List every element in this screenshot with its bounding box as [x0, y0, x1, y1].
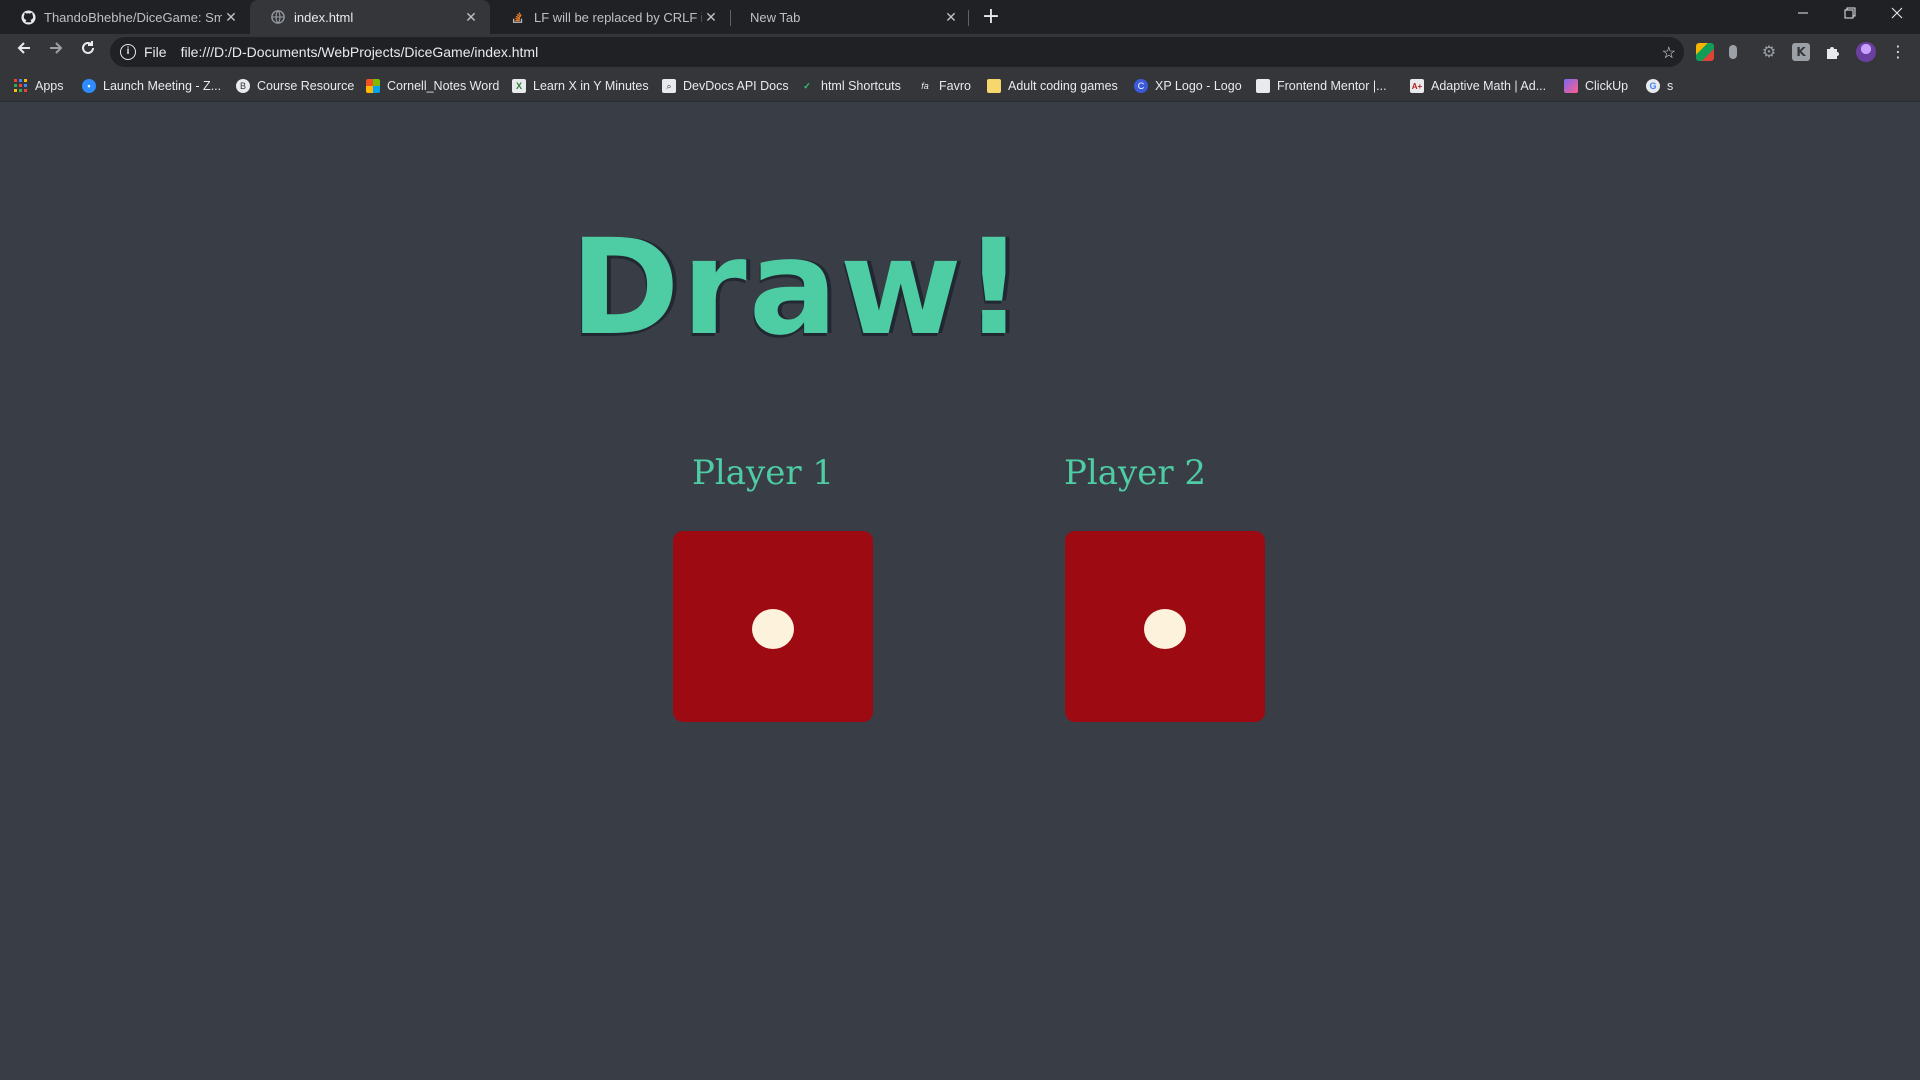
- adaptive-math-icon: A+: [1410, 79, 1424, 93]
- result-headline: Draw!: [570, 211, 1026, 365]
- folder-icon: [987, 79, 1001, 93]
- bookmark-adaptive-math[interactable]: A+ Adaptive Math | Ad...: [1410, 70, 1546, 102]
- info-icon[interactable]: i: [120, 44, 136, 60]
- bookmark-label: s: [1667, 79, 1674, 93]
- bookmark-course-resource[interactable]: B Course Resource: [236, 70, 354, 102]
- player2-label: Player 2: [1064, 453, 1207, 493]
- close-icon[interactable]: ✕: [222, 9, 240, 26]
- bookmark-label: Favro: [939, 79, 971, 93]
- menu-icon[interactable]: ⋮: [1890, 43, 1906, 61]
- tab-lf-crlf[interactable]: LF will be replaced by CRLF in git ✕: [490, 0, 730, 34]
- bookmark-adult-coding-games[interactable]: Adult coding games: [987, 70, 1118, 102]
- bookmark-label: Learn X in Y Minutes: [533, 79, 649, 93]
- reload-button[interactable]: [74, 38, 102, 66]
- extension-mic-icon[interactable]: [1729, 45, 1737, 59]
- xp-logo-icon: C: [1134, 79, 1148, 93]
- bookmark-label: Apps: [35, 79, 64, 93]
- bookmark-apps[interactable]: Apps: [14, 70, 64, 102]
- bookmark-star-icon[interactable]: ☆: [1662, 43, 1676, 63]
- bookmark-google[interactable]: G s: [1646, 70, 1673, 102]
- apps-grid-icon: [14, 79, 28, 93]
- address-bar[interactable]: i File file:///D:/D-Documents/WebProject…: [110, 37, 1684, 67]
- tab-separator: [968, 10, 969, 26]
- extension-k-icon[interactable]: K: [1792, 43, 1810, 61]
- player1-label: Player 1: [692, 453, 835, 493]
- close-icon: [1891, 7, 1903, 19]
- bookmarks-bar: Apps ▪ Launch Meeting - Z... B Course Re…: [0, 70, 1920, 102]
- player1-die: [673, 531, 873, 722]
- bookmark-label: Adaptive Math | Ad...: [1431, 79, 1547, 93]
- minimize-button[interactable]: [1780, 0, 1826, 30]
- bookmark-label: Course Resource: [257, 79, 355, 93]
- close-icon[interactable]: ✕: [702, 9, 720, 26]
- clickup-icon: [1564, 79, 1578, 93]
- zoom-icon: ▪: [82, 79, 96, 93]
- restore-button[interactable]: [1827, 0, 1873, 30]
- tab-dicegame-github[interactable]: ThandoBhebhe/DiceGame: Smal ✕: [0, 0, 250, 34]
- google-icon: G: [1646, 79, 1660, 93]
- favro-icon: fa: [921, 81, 929, 91]
- bookmark-cornell-notes[interactable]: Cornell_Notes Word: [366, 70, 499, 102]
- microsoft-icon: [366, 79, 380, 93]
- bookmark-launch-meeting[interactable]: ▪ Launch Meeting - Z...: [82, 70, 221, 102]
- learnx-icon: X: [512, 79, 526, 93]
- die-pip: [1144, 609, 1186, 649]
- frontend-mentor-icon: [1256, 79, 1270, 93]
- devdocs-icon: ⌕: [662, 79, 676, 93]
- bookmark-label: XP Logo - Logo: [1155, 79, 1242, 93]
- tab-new-tab[interactable]: New Tab ✕: [730, 0, 970, 34]
- die-pip: [752, 609, 794, 649]
- tab-title: index.html: [294, 9, 354, 25]
- extensions-puzzle-icon[interactable]: [1824, 43, 1842, 61]
- vim-icon: ✓: [803, 80, 811, 91]
- tab-title: ThandoBhebhe/DiceGame: Smal: [44, 9, 222, 25]
- stackoverflow-icon: [510, 9, 526, 25]
- new-tab-button[interactable]: +: [978, 4, 1004, 30]
- restore-icon: [1844, 7, 1856, 19]
- minimize-icon: [1798, 12, 1808, 14]
- page-content: Draw! Player 1 Player 2: [0, 103, 1920, 1080]
- reload-icon: [82, 41, 94, 54]
- profile-avatar[interactable]: [1856, 42, 1876, 62]
- extension-colorful-icon[interactable]: [1696, 43, 1714, 61]
- course-icon: B: [236, 79, 250, 93]
- address-url[interactable]: file:///D:/D-Documents/WebProjects/DiceG…: [181, 44, 539, 60]
- bookmark-label: Launch Meeting - Z...: [103, 79, 222, 93]
- bookmark-favro[interactable]: fa Favro: [918, 70, 971, 102]
- address-scheme-label: File: [144, 44, 167, 60]
- forward-button[interactable]: [42, 38, 70, 66]
- globe-icon: [270, 9, 286, 25]
- bookmark-devdocs[interactable]: ⌕ DevDocs API Docs: [662, 70, 789, 102]
- bookmark-frontend-mentor[interactable]: Frontend Mentor |...: [1256, 70, 1387, 102]
- forward-arrow-icon: [50, 42, 63, 54]
- bookmark-label: Adult coding games: [1008, 79, 1118, 93]
- bookmark-label: ClickUp: [1585, 79, 1629, 93]
- bookmark-label: html Shortcuts: [821, 79, 901, 93]
- back-button[interactable]: [10, 38, 38, 66]
- extension-gear-icon[interactable]: ⚙: [1760, 43, 1778, 61]
- bookmark-xp-logo[interactable]: C XP Logo - Logo: [1134, 70, 1242, 102]
- bookmark-clickup[interactable]: ClickUp: [1564, 70, 1628, 102]
- tab-title: LF will be replaced by CRLF in git: [534, 9, 702, 25]
- close-window-button[interactable]: [1874, 0, 1920, 30]
- github-icon: [20, 9, 36, 25]
- back-arrow-icon: [17, 42, 30, 54]
- close-icon[interactable]: ✕: [942, 9, 960, 26]
- bookmark-learn-x[interactable]: X Learn X in Y Minutes: [512, 70, 649, 102]
- close-icon[interactable]: ✕: [462, 9, 480, 26]
- bookmark-label: Cornell_Notes Word: [387, 79, 500, 93]
- bookmark-label: DevDocs API Docs: [683, 79, 789, 93]
- tab-strip: ThandoBhebhe/DiceGame: Smal ✕ index.html…: [0, 0, 1920, 34]
- tab-index-html[interactable]: index.html ✕: [250, 0, 490, 34]
- tab-title: New Tab: [750, 9, 801, 25]
- bookmark-label: Frontend Mentor |...: [1277, 79, 1387, 93]
- bookmark-html-shortcuts[interactable]: ✓ html Shortcuts: [800, 70, 901, 102]
- browser-toolbar: i File file:///D:/D-Documents/WebProject…: [0, 34, 1920, 70]
- player2-die: [1065, 531, 1265, 722]
